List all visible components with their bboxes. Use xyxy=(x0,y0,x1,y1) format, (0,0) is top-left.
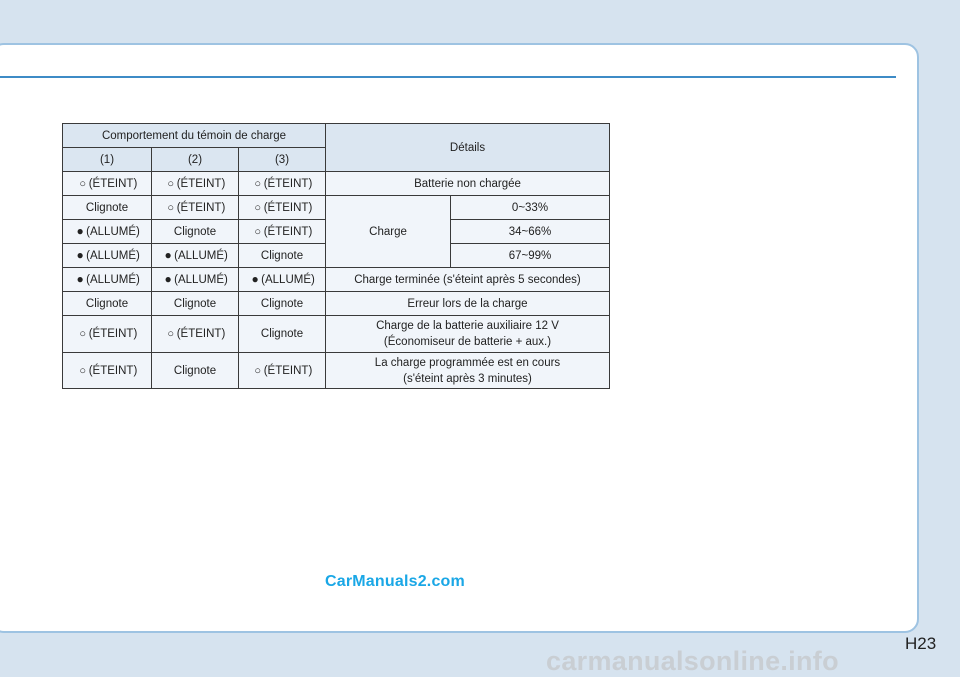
cell-value: Clignote xyxy=(238,243,326,268)
on-circle-icon: ● xyxy=(251,272,259,286)
detail-cell: Charge de la batterie auxiliaire 12 V (É… xyxy=(325,315,610,353)
detail-line: (Économiseur de batterie + aux.) xyxy=(383,336,552,348)
on-circle-icon: ● xyxy=(76,248,84,262)
cell-value: (ALLUMÉ) xyxy=(174,274,228,286)
header-col-3: (3) xyxy=(238,147,326,172)
charge-indicator-table: Comportement du témoin de charge Détails… xyxy=(62,123,610,389)
detail-cell-charge: Charge xyxy=(325,195,451,268)
off-circle-icon: ○ xyxy=(167,328,175,340)
watermark-link[interactable]: CarManuals2.com xyxy=(325,573,465,591)
off-circle-icon: ○ xyxy=(254,364,262,377)
off-circle-icon: ○ xyxy=(254,177,262,190)
off-circle-icon: ○ xyxy=(79,177,87,190)
cell-value: (ÉTEINT) xyxy=(88,328,138,340)
detail-line: (s'éteint après 3 minutes) xyxy=(403,372,532,385)
detail-cell: Batterie non chargée xyxy=(325,171,610,196)
table-row: ○ (ÉTEINT) ○ (ÉTEINT) Clignote Charge de l… xyxy=(62,315,610,353)
detail-cell: Erreur lors de la charge xyxy=(325,291,610,316)
off-circle-icon: ○ xyxy=(167,177,175,190)
page-number: H23 xyxy=(905,634,937,653)
detail-cell: Charge terminée (s'éteint après 5 second… xyxy=(325,267,610,292)
cell-value: Clignote xyxy=(238,291,326,316)
table-row: ○ (ÉTEINT) Clignote ○ (ÉTEINT) La charge p… xyxy=(62,352,610,389)
cell-value: (ALLUMÉ) xyxy=(261,274,315,286)
charge-level: 67~99% xyxy=(450,243,610,268)
charge-level: 34~66% xyxy=(450,219,610,244)
cell-value: (ÉTEINT) xyxy=(263,364,313,377)
charge-level: 0~33% xyxy=(450,195,610,220)
off-circle-icon: ○ xyxy=(254,225,262,238)
on-circle-icon: ● xyxy=(164,248,172,262)
table-row: ○ (ÉTEINT) ○ (ÉTEINT) ○ (ÉTEINT) Batterie n… xyxy=(62,171,610,196)
table-row: ● (ALLUMÉ) ● (ALLUMÉ) ● (ALLUMÉ) Charge ter… xyxy=(62,267,610,292)
on-circle-icon: ● xyxy=(76,272,84,286)
cell-value: Clignote xyxy=(151,219,239,244)
cell-value: Clignote xyxy=(151,291,239,316)
cell-value: (ÉTEINT) xyxy=(263,177,313,190)
cell-value: (ALLUMÉ) xyxy=(86,274,140,286)
off-circle-icon: ○ xyxy=(79,364,87,377)
detail-cell: La charge programmée est en cours (s'éte… xyxy=(325,352,610,389)
off-circle-icon: ○ xyxy=(167,201,175,214)
cell-value: (ÉTEINT) xyxy=(176,328,226,340)
cell-value: (ÉTEINT) xyxy=(88,177,138,190)
cell-value: Clignote xyxy=(151,352,239,389)
on-circle-icon: ● xyxy=(164,272,172,286)
table-row: Clignote Clignote Clignote Erreur lors d… xyxy=(62,291,610,316)
on-circle-icon: ● xyxy=(76,224,84,238)
cell-value: (ÉTEINT) xyxy=(176,201,226,214)
off-circle-icon: ○ xyxy=(79,328,87,340)
cell-value: (ÉTEINT) xyxy=(263,225,313,238)
cell-value: (ÉTEINT) xyxy=(176,177,226,190)
header-col-1: (1) xyxy=(62,147,152,172)
header-behavior: Comportement du témoin de charge xyxy=(62,123,326,148)
cell-value: Clignote xyxy=(238,315,326,353)
cell-value: (ÉTEINT) xyxy=(263,201,313,214)
header-rule xyxy=(0,76,896,78)
cell-value: (ALLUMÉ) xyxy=(86,250,140,262)
footer-watermark: carmanualsonline.info xyxy=(546,646,839,676)
cell-value: (ÉTEINT) xyxy=(88,364,138,377)
detail-line: La charge programmée est en cours xyxy=(374,356,561,369)
off-circle-icon: ○ xyxy=(254,201,262,214)
header-details: Détails xyxy=(325,123,610,172)
table-row: Clignote ○ (ÉTEINT) ○ (ÉTEINT) Charge 0~33… xyxy=(62,195,610,268)
cell-value: (ALLUMÉ) xyxy=(86,226,140,238)
cell-value: (ALLUMÉ) xyxy=(174,250,228,262)
detail-line: Charge de la batterie auxiliaire 12 V xyxy=(376,320,559,332)
cell-value: Clignote xyxy=(62,291,152,316)
cell-value: Clignote xyxy=(62,195,152,220)
header-col-2: (2) xyxy=(151,147,239,172)
